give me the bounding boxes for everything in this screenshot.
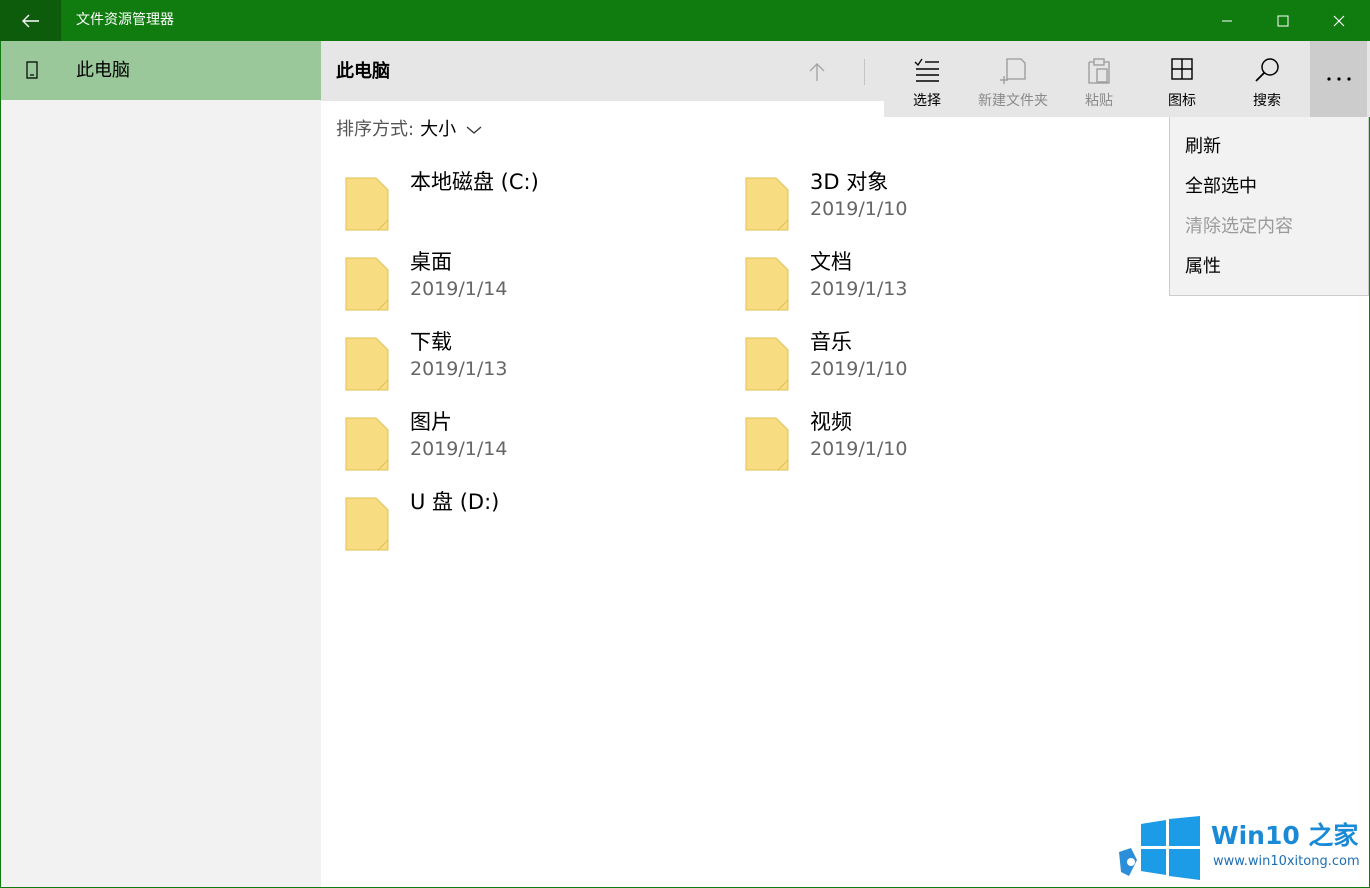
close-button[interactable] [1311,0,1367,41]
search-icon [1255,58,1279,82]
list-item[interactable]: 本地磁盘 (C:) [336,168,696,231]
list-item[interactable]: 桌面 2019/1/14 [336,248,696,311]
folder-icon [745,337,789,391]
menu-item-properties[interactable]: 属性 [1185,247,1221,287]
folder-icon [745,177,789,231]
back-arrow-icon [21,14,39,27]
item-date: 2019/1/13 [410,358,508,380]
item-date: 2019/1/10 [810,358,908,380]
windows-logo-icon [1119,816,1200,880]
new-folder-label: 新建文件夹 [978,93,1048,109]
title-bar: 文件资源管理器 [0,0,1370,41]
list-item[interactable]: U 盘 (D:) [336,488,696,551]
more-options-button[interactable] [1310,41,1367,117]
up-button[interactable] [801,57,833,87]
minimize-button[interactable] [1199,0,1255,41]
folder-icon [745,257,789,311]
paste-button[interactable]: 粘贴 [1056,41,1142,117]
clipboard-icon [1088,58,1110,84]
item-name: 本地磁盘 (C:) [410,170,539,194]
drive-folder-icon [345,177,389,231]
item-name: 视频 [810,410,852,434]
item-name: 3D 对象 [810,170,889,194]
close-icon [1333,15,1345,26]
more-options-menu: 刷新 全部选中 清除选定内容 属性 [1169,117,1369,296]
menu-item-clear-selection[interactable]: 清除选定内容 [1185,207,1293,247]
item-name: 桌面 [410,250,452,274]
select-label: 选择 [913,93,941,109]
search-label: 搜索 [1253,93,1281,109]
select-list-icon [914,58,939,82]
item-name: 下载 [410,330,452,354]
item-name: 音乐 [810,330,852,354]
list-item[interactable]: 3D 对象 2019/1/10 [736,168,1096,231]
list-item[interactable]: 图片 2019/1/14 [336,408,696,471]
chevron-down-icon [466,126,482,134]
item-name: 文档 [810,250,852,274]
item-name: 图片 [410,410,452,434]
sort-value: 大小 [420,119,457,140]
drive-folder-icon [345,497,389,551]
command-bar: 选择 新建文件夹 粘贴 图标 搜索 [884,41,1370,117]
watermark-url: www.win10xitong.com [1213,854,1360,869]
up-arrow-icon [809,63,825,81]
folder-icon [745,417,789,471]
list-item[interactable]: 文档 2019/1/13 [736,248,1096,311]
list-item[interactable]: 视频 2019/1/10 [736,408,1096,471]
maximize-button[interactable] [1255,0,1311,41]
grid-view-icon [1171,58,1193,80]
more-dots-icon [1326,77,1351,81]
header-divider [864,59,865,85]
item-date: 2019/1/14 [410,278,508,300]
sidebar-item-label: 此电脑 [76,60,130,81]
watermark: Win10 之家 www.win10xitong.com [1115,814,1365,884]
menu-item-select-all[interactable]: 全部选中 [1185,167,1257,207]
item-date: 2019/1/14 [410,438,508,460]
maximize-icon [1277,15,1289,26]
folder-icon [345,337,389,391]
select-button[interactable]: 选择 [884,41,970,117]
new-folder-icon [1000,58,1026,84]
device-icon [26,61,38,79]
sidebar: 此电脑 [1,41,321,887]
item-date: 2019/1/13 [810,278,908,300]
sort-dropdown[interactable]: 排序方式: 大小 [336,116,482,144]
location-header: 此电脑 [321,41,884,101]
watermark-title: Win10 之家 [1211,821,1359,850]
paste-label: 粘贴 [1085,93,1113,109]
minimize-icon [1222,20,1232,21]
item-date: 2019/1/10 [810,198,908,220]
list-item[interactable]: 下载 2019/1/13 [336,328,696,391]
new-folder-button[interactable]: 新建文件夹 [970,41,1056,117]
page-title: 此电脑 [336,61,390,82]
icons-label: 图标 [1168,93,1196,109]
folder-icon [345,417,389,471]
sort-prefix: 排序方式: [336,119,415,140]
back-button[interactable] [0,0,61,41]
icons-view-button[interactable]: 图标 [1139,41,1225,117]
search-button[interactable]: 搜索 [1224,41,1310,117]
item-name: U 盘 (D:) [410,490,500,514]
list-item[interactable]: 音乐 2019/1/10 [736,328,1096,391]
window-title: 文件资源管理器 [76,12,174,28]
item-date: 2019/1/10 [810,438,908,460]
menu-item-refresh[interactable]: 刷新 [1185,127,1221,167]
folder-icon [345,257,389,311]
sidebar-item-this-pc[interactable]: 此电脑 [1,41,321,100]
